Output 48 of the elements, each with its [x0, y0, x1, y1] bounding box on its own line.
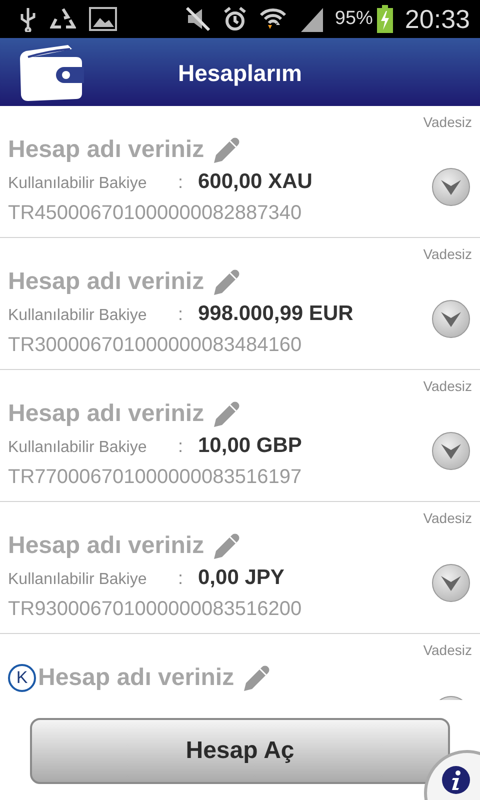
image-icon	[88, 6, 118, 32]
chevron-down-icon	[440, 178, 462, 196]
chevron-down-icon	[440, 310, 462, 328]
signal-icon	[298, 6, 323, 32]
battery-icon	[376, 5, 393, 33]
iban: TR450006701000000082887340	[8, 201, 303, 226]
wallet-icon[interactable]	[18, 45, 84, 101]
balance-amount: 998.000,99 EUR	[198, 301, 354, 327]
separator: :	[178, 567, 184, 590]
account-name[interactable]: Hesap adı veriniz	[38, 664, 234, 692]
recycle-icon	[50, 7, 76, 31]
account-type: Vadesiz	[422, 641, 472, 660]
iban: TR300006701000000083484160	[8, 333, 303, 358]
open-account-button[interactable]: Hesap Aç	[30, 718, 450, 784]
expand-button[interactable]	[432, 564, 470, 602]
usb-icon	[18, 6, 38, 32]
account-name[interactable]: Hesap adı veriniz	[8, 400, 204, 428]
balance-amount: 10,00 GBP	[198, 433, 302, 459]
expand-button[interactable]	[432, 168, 470, 206]
clock: 20:33	[404, 4, 470, 34]
chevron-down-icon	[440, 442, 462, 460]
account-type: Vadesiz	[422, 245, 472, 264]
balance-amount: 0,00 JPY	[198, 565, 284, 591]
balance-label: Kullanılabilir Bakiye	[8, 570, 148, 590]
balance-amount: 600,00 XAU	[198, 169, 312, 195]
account-name[interactable]: Hesap adı veriniz	[8, 268, 204, 296]
separator: :	[178, 435, 184, 458]
expand-button[interactable]	[432, 432, 470, 470]
page-title: Hesaplarım	[176, 59, 303, 88]
alarm-icon	[222, 6, 247, 32]
mute-icon	[184, 6, 211, 32]
expand-button[interactable]	[432, 300, 470, 338]
info-icon	[441, 765, 471, 795]
account-name[interactable]: Hesap adı veriniz	[8, 136, 204, 164]
account-type: Vadesiz	[422, 113, 472, 132]
account-type: Vadesiz	[422, 509, 472, 528]
balance-label: Kullanılabilir Bakiye	[8, 438, 148, 458]
balance-label: Kullanılabilir Bakiye	[8, 306, 148, 326]
separator: :	[178, 303, 184, 326]
separator: :	[178, 171, 184, 194]
battery-percent: 95%	[334, 8, 373, 30]
balance-label: Kullanılabilir Bakiye	[8, 174, 148, 194]
iban: TR930006701000000083516200	[8, 597, 303, 622]
iban: TR770006701000000083516197	[8, 465, 303, 490]
chevron-down-icon	[440, 574, 462, 592]
account-name[interactable]: Hesap adı veriniz	[8, 532, 204, 560]
account-type: Vadesiz	[422, 377, 472, 396]
k-badge: K	[8, 664, 36, 692]
